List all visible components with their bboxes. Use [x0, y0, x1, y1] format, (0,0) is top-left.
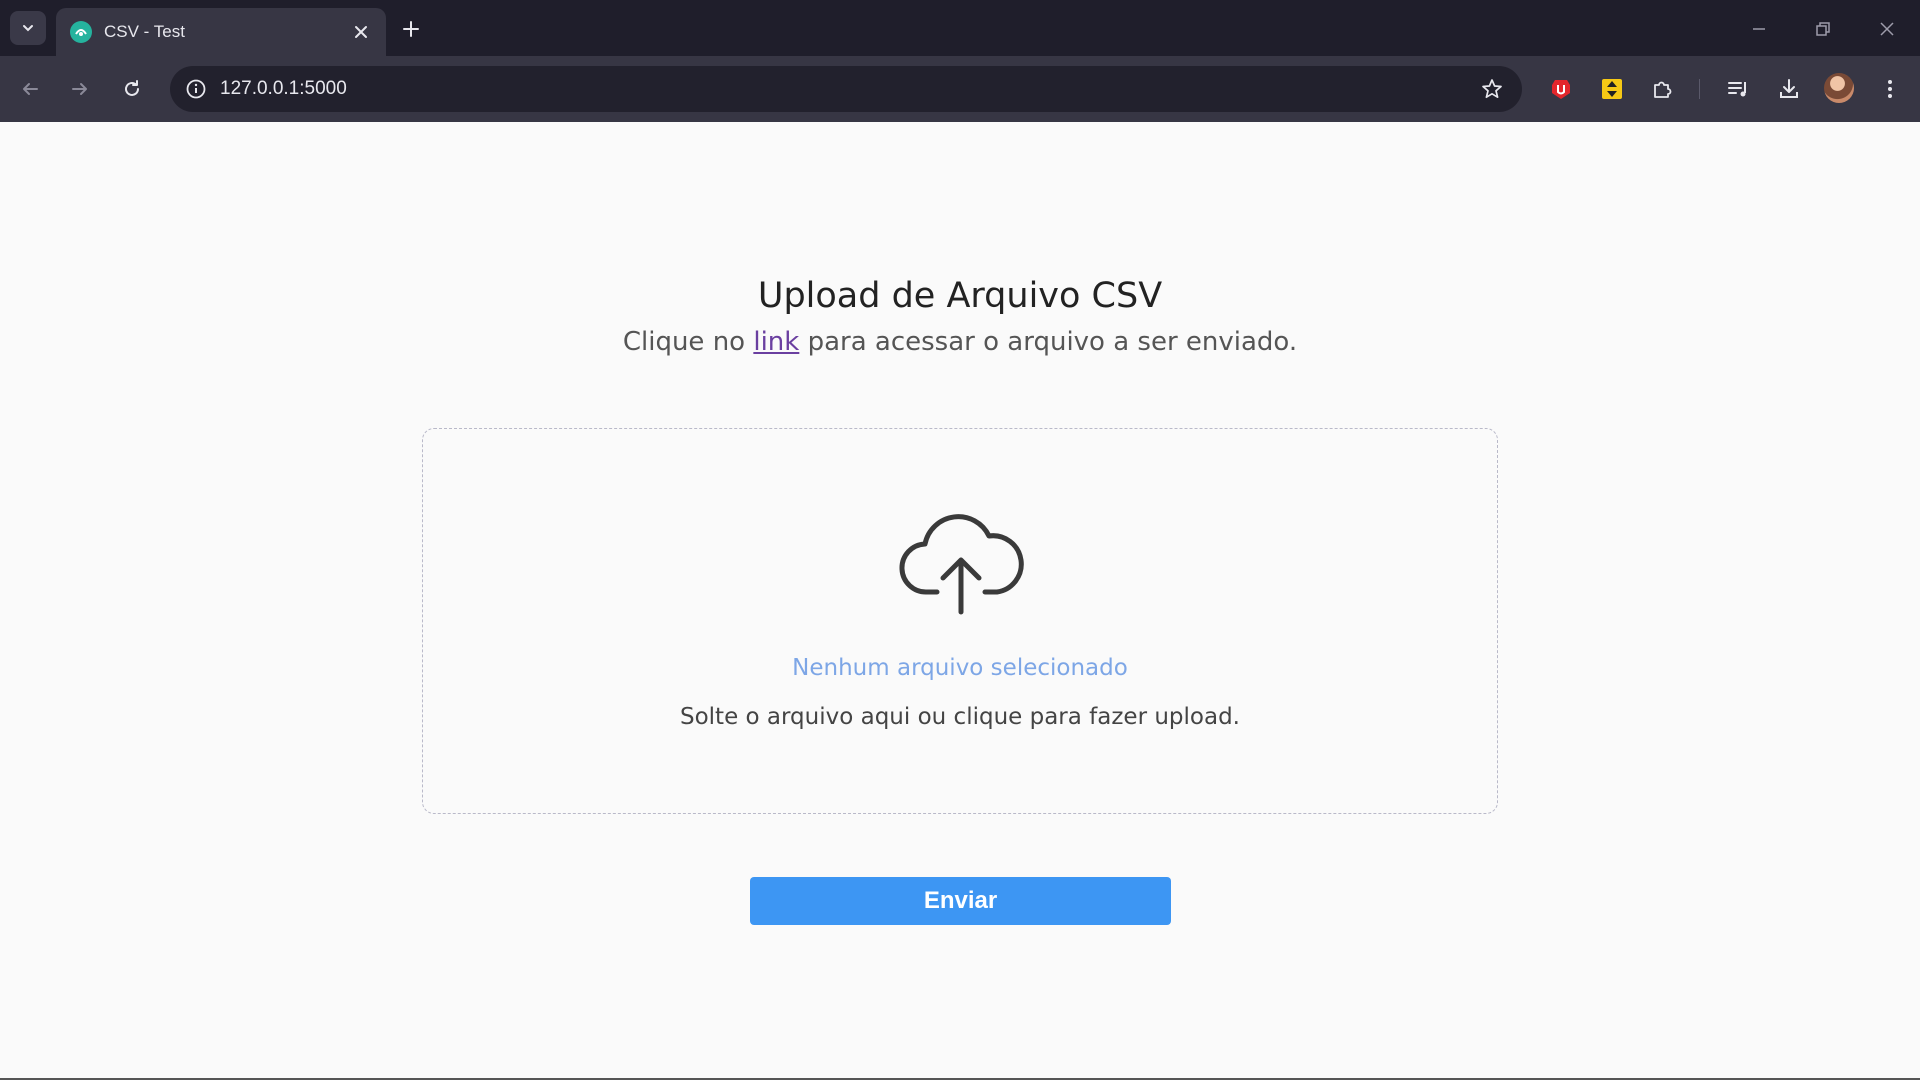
subtitle-text-after: para acessar o arquivo a ser enviado. — [799, 327, 1298, 357]
back-button[interactable] — [14, 73, 46, 105]
close-window-button[interactable] — [1872, 14, 1902, 44]
arrow-right-icon — [72, 83, 87, 95]
reload-button[interactable] — [116, 73, 148, 105]
kebab-menu-icon — [1888, 80, 1892, 98]
restore-window-button[interactable] — [1808, 14, 1838, 44]
url-text: 127.0.0.1:5000 — [220, 78, 347, 99]
minimize-icon — [1753, 28, 1765, 30]
page-content: Upload de Arquivo CSV Clique no link par… — [0, 122, 1920, 1080]
minimize-window-button[interactable] — [1744, 14, 1774, 44]
forward-button[interactable] — [64, 73, 96, 105]
arrow-left-icon — [23, 83, 38, 95]
tab-close-button[interactable] — [350, 21, 372, 43]
bookmark-star-icon[interactable] — [1480, 77, 1504, 101]
tab-search-button[interactable] — [10, 11, 46, 45]
submit-button[interactable]: Enviar — [750, 877, 1171, 925]
profile-avatar[interactable] — [1824, 73, 1854, 103]
dropzone-hint: Solte o arquivo aqui ou clique para faze… — [679, 704, 1240, 730]
reload-icon — [125, 80, 139, 96]
file-status-text: Nenhum arquivo selecionado — [792, 655, 1128, 681]
site-info-icon[interactable] — [184, 77, 208, 101]
download-icon[interactable] — [1773, 73, 1805, 105]
csv-file-link[interactable]: link — [753, 327, 799, 357]
tab-title: CSV - Test — [104, 22, 185, 41]
site-favicon-icon — [70, 21, 92, 43]
page-subtitle: Clique no link para acessar o arquivo a … — [0, 327, 1920, 357]
toolbar-divider — [1699, 79, 1700, 99]
extensions-puzzle-icon[interactable] — [1647, 73, 1679, 105]
extension-red-shield-icon[interactable] — [1545, 73, 1577, 105]
browser-menu-button[interactable] — [1874, 73, 1906, 105]
restore-icon — [1816, 22, 1830, 36]
page-title: Upload de Arquivo CSV — [757, 276, 1163, 316]
browser-tab-bar: CSV - Test — [0, 0, 1920, 56]
browser-tab-active[interactable]: CSV - Test — [56, 8, 386, 56]
address-bar[interactable]: 127.0.0.1:5000 — [170, 66, 1522, 112]
media-playlist-icon[interactable] — [1722, 73, 1754, 105]
subtitle-text-before: Clique no — [622, 327, 754, 357]
new-tab-button[interactable] — [396, 14, 426, 44]
cloud-upload-icon — [899, 514, 1024, 615]
close-icon — [1880, 22, 1894, 36]
chevron-down-icon — [23, 25, 33, 32]
plus-icon — [403, 21, 419, 37]
browser-toolbar: 127.0.0.1:5000 — [0, 56, 1920, 122]
extension-yellow-arrows-icon[interactable] — [1596, 73, 1628, 105]
file-dropzone[interactable]: Nenhum arquivo selecionado Solte o arqui… — [422, 428, 1498, 814]
close-icon — [355, 26, 367, 38]
